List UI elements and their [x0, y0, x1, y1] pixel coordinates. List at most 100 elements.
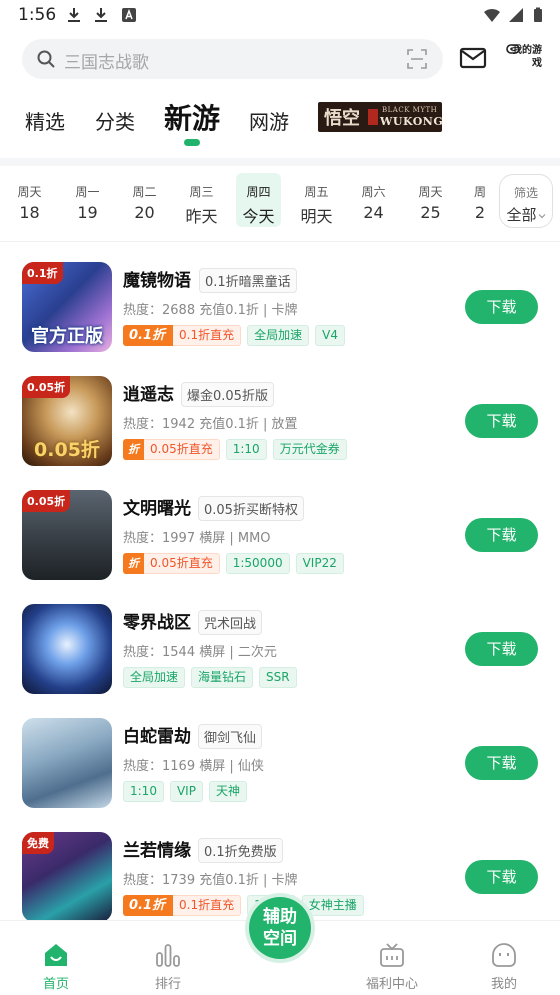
cover-tag: 0.05折 — [22, 490, 71, 512]
nav-label: 福利中心 — [365, 977, 418, 992]
day-item[interactable]: 周天 18 — [7, 173, 52, 227]
game-cover: 0.05折 0.05折 — [22, 376, 112, 466]
day-weekday: 周五 — [304, 185, 329, 199]
my-games-button[interactable]: 我的游戏 — [506, 43, 542, 75]
day-weekday: 周 — [473, 185, 486, 199]
search-icon — [37, 50, 55, 68]
list-item[interactable]: 零界战区 咒术回战 热度：1544 横屏 | 二次元 全局加速 海量钻石 SSR 下… — [0, 590, 560, 704]
day-weekday: 周六 — [361, 185, 386, 199]
feature-tag: 1:10 — [225, 439, 267, 460]
day-item[interactable]: 周五 明天 — [294, 173, 339, 227]
tag-row: 0.1折 0.1折直充 全局加速 V4 — [123, 325, 351, 347]
feature-tag: 海量钻石 — [191, 667, 254, 688]
download-button[interactable]: 下载 — [465, 404, 538, 438]
discount-tag: 折 0.05折直充 — [123, 439, 220, 460]
feature-tag: SSR — [259, 667, 297, 688]
tab-active-indicator — [184, 139, 200, 146]
nav-ranking[interactable]: 排行 — [133, 921, 203, 995]
app-notification-icon — [122, 8, 136, 22]
discount-badge: 折 — [123, 553, 144, 574]
day-item[interactable]: 周一 19 — [65, 173, 110, 227]
section-divider — [0, 158, 560, 166]
mail-icon[interactable] — [459, 46, 487, 70]
download-button[interactable]: 下载 — [465, 290, 538, 324]
nav-label: 我的 — [490, 977, 517, 992]
feature-tag: VIP — [169, 781, 203, 802]
search-input[interactable]: 三国志战歌 — [64, 48, 149, 73]
list-item[interactable]: 0.05折 0.05折 逍遥志 爆金0.05折版 热度：1942 充值0.1折 … — [0, 362, 560, 476]
tab-new-games[interactable]: 新游 — [164, 97, 220, 137]
discount-tag: 0.1折 0.1折直充 — [123, 895, 242, 916]
day-item[interactable]: 周天 25 — [408, 173, 453, 227]
discount-badge: 0.1折 — [123, 895, 174, 916]
day-item[interactable]: 周二 20 — [122, 173, 167, 227]
game-cover — [22, 718, 112, 808]
center-line1: 辅助 — [263, 907, 297, 927]
day-weekday: 周四 — [246, 185, 271, 199]
banner-han: 悟空 — [324, 108, 360, 129]
download-button[interactable]: 下载 — [465, 860, 538, 894]
game-meta: 热度：1942 充值0.1折 | 放置 — [123, 417, 298, 432]
cover-banner: 0.05折 — [34, 439, 100, 461]
game-meta: 热度：1739 充值0.1折 | 卡牌 — [123, 873, 298, 888]
game-name: 兰若情缘 — [123, 841, 191, 861]
day-selector: 周天 18 周一 19 周二 20 周三 昨天 周四 今天 周五 明天 周六 24 周天 25 … — [0, 166, 560, 242]
black-myth-wukong-banner[interactable]: 悟空 BLACK MYTH WUKONG — [318, 102, 442, 132]
tab-category[interactable]: 分类 — [95, 106, 135, 135]
banner-line2: WUKONG — [380, 115, 442, 128]
tab-online-games[interactable]: 网游 — [249, 106, 289, 135]
day-item[interactable]: 周2 — [462, 173, 498, 227]
list-item[interactable]: 0.1折 官方正版 魔镜物语 0.1折暗黑童话 热度：2688 充值0.1折 |… — [0, 248, 560, 362]
day-date: 20 — [134, 203, 155, 222]
nav-home[interactable]: 首页 — [21, 921, 91, 995]
feature-tag: 1:10 — [123, 781, 164, 802]
game-subtitle: 0.05折买断特权 — [198, 496, 304, 521]
profile-face-icon — [492, 943, 516, 967]
feature-tag: VIP22 — [295, 553, 344, 574]
day-date: 18 — [19, 203, 40, 222]
list-item[interactable]: 白蛇雷劫 御剑飞仙 热度：1169 横屏 | 仙侠 1:10 VIP 天神 下载 — [0, 704, 560, 818]
day-item-today[interactable]: 周四 今天 — [236, 173, 281, 227]
download-button[interactable]: 下载 — [465, 518, 538, 552]
search-bar[interactable]: 三国志战歌 — [22, 39, 443, 79]
feature-tag: 全局加速 — [123, 667, 186, 688]
game-meta: 热度：2688 充值0.1折 | 卡牌 — [123, 303, 298, 318]
download-button[interactable]: 下载 — [465, 746, 538, 780]
nav-label: 排行 — [154, 977, 181, 992]
scan-icon[interactable] — [407, 49, 427, 69]
game-subtitle: 爆金0.05折版 — [181, 382, 274, 407]
nav-welfare-center[interactable]: 福利中心 — [357, 921, 427, 995]
tab-featured[interactable]: 精选 — [25, 106, 65, 135]
discount-tag: 0.1折 0.1折直充 — [123, 325, 242, 346]
day-item[interactable]: 周三 昨天 — [179, 173, 224, 227]
banner-line1: BLACK MYTH — [382, 106, 438, 114]
tag-row: 0.1折0.1折直充1:120女神主播 — [123, 895, 370, 917]
tag-row: 全局加速 海量钻石 SSR — [123, 667, 303, 689]
nav-mine[interactable]: 我的 — [469, 921, 539, 995]
filter-button[interactable]: 筛选 全部 — [499, 174, 553, 228]
game-cover — [22, 604, 112, 694]
top-tabs: 精选 分类 新游 网游 悟空 BLACK MYTH WUKONG — [0, 96, 560, 156]
tv-gift-icon — [380, 943, 404, 967]
signal-icon — [509, 8, 523, 22]
day-item[interactable]: 周六 24 — [351, 173, 396, 227]
game-cover: 免费 — [22, 832, 112, 922]
game-name: 文明曙光 — [123, 499, 191, 519]
game-subtitle: 0.1折暗黑童话 — [199, 268, 297, 293]
status-time: 1:56 — [18, 5, 57, 25]
game-cover: 0.05折 — [22, 490, 112, 580]
tag-row: 1:10 VIP 天神 — [123, 781, 253, 803]
day-date: 今天 — [242, 207, 275, 226]
filter-label: 筛选 — [513, 186, 538, 200]
discount-badge: 0.1折 — [123, 325, 174, 346]
cover-tag: 0.1折 — [22, 262, 63, 284]
list-item[interactable]: 0.05折 文明曙光 0.05折买断特权 热度：1997 横屏 | MMO 折0… — [0, 476, 560, 590]
status-bar: 1:56 — [0, 0, 560, 32]
center-line2: 空间 — [263, 929, 297, 949]
tag-row: 折 0.05折直充 1:50000 VIP22 — [123, 553, 350, 575]
download-button[interactable]: 下载 — [465, 632, 538, 666]
feature-tag: 天神 — [208, 781, 247, 802]
discount-text: 0.1折直充 — [173, 895, 242, 916]
assist-space-button[interactable]: 辅助 空间 — [249, 897, 311, 959]
tag-row: 折 0.05折直充 1:10 万元代金券 — [123, 439, 353, 461]
